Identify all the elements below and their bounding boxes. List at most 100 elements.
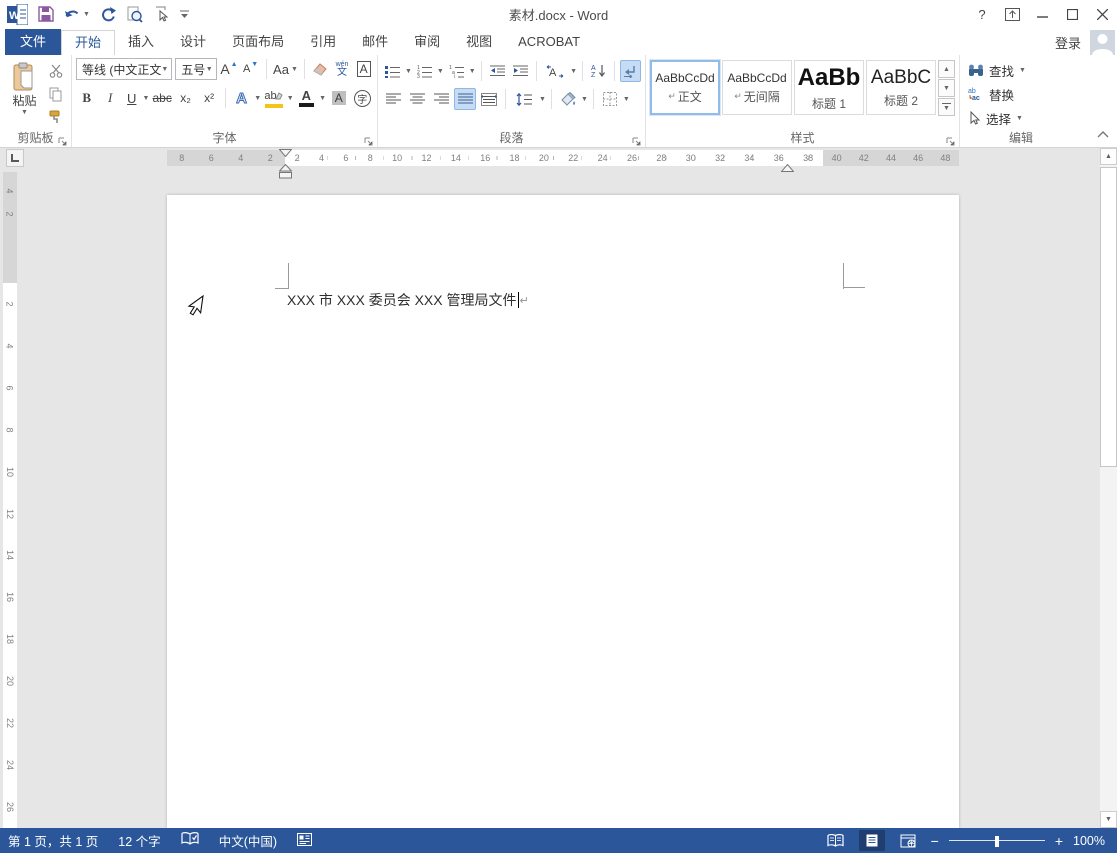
maximize-button[interactable] (1057, 0, 1087, 28)
styles-scroll-up-button[interactable]: ▲ (938, 60, 955, 78)
decrease-indent-button[interactable] (487, 60, 508, 82)
style-normal[interactable]: AaBbCcDd ↵正文 (650, 60, 720, 115)
bullets-button[interactable] (382, 60, 403, 82)
underline-button[interactable]: U (123, 87, 141, 109)
cut-button[interactable] (45, 60, 67, 82)
style-no-spacing[interactable]: AaBbCcDd ↵无间隔 (722, 60, 792, 115)
line-spacing-dropdown-icon[interactable]: ▼ (539, 96, 546, 103)
close-button[interactable] (1087, 0, 1117, 28)
increase-indent-button[interactable] (510, 60, 531, 82)
style-heading1[interactable]: AaBb 标题 1 (794, 60, 864, 115)
print-layout-button[interactable] (859, 830, 885, 851)
text-effects-button[interactable]: A (231, 87, 252, 109)
scroll-down-button[interactable]: ▼ (1100, 811, 1117, 828)
tab-selector[interactable] (6, 149, 24, 167)
multilevel-dropdown-icon[interactable]: ▼ (469, 68, 476, 75)
font-dialog-launcher[interactable] (364, 134, 374, 144)
align-left-button[interactable] (382, 88, 404, 110)
tab-page-layout[interactable]: 页面布局 (219, 29, 297, 55)
save-button[interactable] (38, 6, 54, 22)
print-preview-button[interactable] (126, 6, 143, 23)
subscript-button[interactable]: x₂ (175, 87, 196, 109)
distribute-button[interactable] (478, 88, 500, 110)
tab-insert[interactable]: 插入 (115, 29, 167, 55)
scrollbar-thumb[interactable] (1100, 167, 1117, 467)
asian-layout-dropdown-icon[interactable]: ▼ (570, 68, 577, 75)
tab-mailings[interactable]: 邮件 (349, 29, 401, 55)
numbering-button[interactable]: 123 (414, 60, 435, 82)
first-line-indent-marker[interactable] (279, 149, 292, 157)
redo-button[interactable] (100, 6, 116, 22)
avatar[interactable] (1090, 30, 1115, 55)
superscript-button[interactable]: x² (198, 87, 219, 109)
customize-qat-button[interactable] (180, 9, 189, 19)
select-button[interactable]: 选择▼ (964, 106, 1078, 130)
tab-references[interactable]: 引用 (297, 29, 349, 55)
right-indent-marker[interactable] (781, 164, 794, 172)
align-center-button[interactable] (406, 88, 428, 110)
tab-file[interactable]: 文件 (5, 29, 61, 55)
phonetic-guide-button[interactable]: wén文 (333, 58, 352, 80)
justify-button[interactable] (454, 88, 476, 110)
document-text-line[interactable]: XXX 市 XXX 委员会 XXX 管理局文件↵ (287, 290, 529, 310)
help-button[interactable]: ? (967, 0, 997, 28)
zoom-level[interactable]: 100% (1073, 834, 1105, 848)
styles-dialog-launcher[interactable] (946, 134, 956, 144)
tab-view[interactable]: 视图 (453, 29, 505, 55)
show-hide-marks-button[interactable] (620, 60, 641, 82)
zoom-out-button[interactable]: − (931, 833, 939, 849)
hanging-indent-marker[interactable] (279, 164, 292, 179)
asian-layout-button[interactable]: A (541, 60, 568, 82)
document-page[interactable]: XXX 市 XXX 委员会 XXX 管理局文件↵ (167, 195, 959, 828)
tab-review[interactable]: 审阅 (401, 29, 453, 55)
clipboard-dialog-launcher[interactable] (58, 134, 68, 144)
align-right-button[interactable] (430, 88, 452, 110)
shrink-font-button[interactable]: A▼ (241, 58, 260, 80)
language-indicator[interactable]: 中文(中国) (219, 831, 277, 850)
highlight-color-button[interactable]: ab (263, 87, 284, 109)
replace-button[interactable]: abac 替换 (964, 82, 1078, 106)
text-effects-dropdown-icon[interactable]: ▼ (254, 95, 261, 102)
paragraph-dialog-launcher[interactable] (632, 134, 642, 144)
font-name-combobox[interactable]: 等线 (中文正文▼ (76, 58, 172, 80)
tab-home[interactable]: 开始 (61, 30, 115, 56)
format-painter-button[interactable] (45, 106, 67, 128)
italic-button[interactable]: I (99, 87, 120, 109)
sort-button[interactable]: AZ (588, 60, 609, 82)
character-border-button[interactable]: A (354, 58, 373, 80)
read-mode-button[interactable] (823, 830, 849, 851)
numbering-dropdown-icon[interactable]: ▼ (437, 68, 444, 75)
styles-more-button[interactable]: ▼ (938, 98, 955, 116)
vertical-scrollbar[interactable]: ▲ ▼ (1100, 148, 1117, 828)
scroll-up-button[interactable]: ▲ (1100, 148, 1117, 165)
character-shading-button[interactable]: A (328, 87, 349, 109)
find-button[interactable]: 查找▼ (964, 58, 1078, 82)
proofing-icon[interactable] (181, 832, 199, 849)
bullets-dropdown-icon[interactable]: ▼ (405, 68, 412, 75)
strikethrough-button[interactable]: abc (151, 87, 172, 109)
paste-dropdown-icon[interactable]: ▼ (21, 109, 28, 116)
shading-dropdown-icon[interactable]: ▼ (581, 96, 588, 103)
highlight-dropdown-icon[interactable]: ▼ (287, 95, 294, 102)
clear-formatting-button[interactable] (311, 58, 330, 80)
paste-button[interactable]: 粘贴 ▼ (4, 58, 45, 116)
zoom-in-button[interactable]: + (1055, 833, 1063, 849)
tab-design[interactable]: 设计 (167, 29, 219, 55)
minimize-button[interactable] (1027, 0, 1057, 28)
web-layout-button[interactable] (895, 830, 921, 851)
zoom-handle[interactable] (995, 836, 999, 847)
enclose-characters-button[interactable]: 字 (352, 87, 373, 109)
undo-dropdown-icon[interactable]: ▼ (83, 11, 90, 18)
styles-scroll-down-button[interactable]: ▼ (938, 79, 955, 97)
collapse-ribbon-button[interactable] (1097, 125, 1109, 143)
font-color-button[interactable]: A (296, 87, 317, 109)
undo-button[interactable]: ▼ (64, 7, 90, 22)
change-case-button[interactable]: Aa▼ (273, 58, 298, 80)
style-heading2[interactable]: AaBbC 标题 2 (866, 60, 936, 115)
multilevel-list-button[interactable]: 1ai (446, 60, 467, 82)
borders-dropdown-icon[interactable]: ▼ (623, 96, 630, 103)
bold-button[interactable]: B (76, 87, 97, 109)
copy-button[interactable] (45, 83, 67, 105)
ribbon-display-options-button[interactable] (997, 0, 1027, 28)
font-size-combobox[interactable]: 五号▼ (175, 58, 216, 80)
